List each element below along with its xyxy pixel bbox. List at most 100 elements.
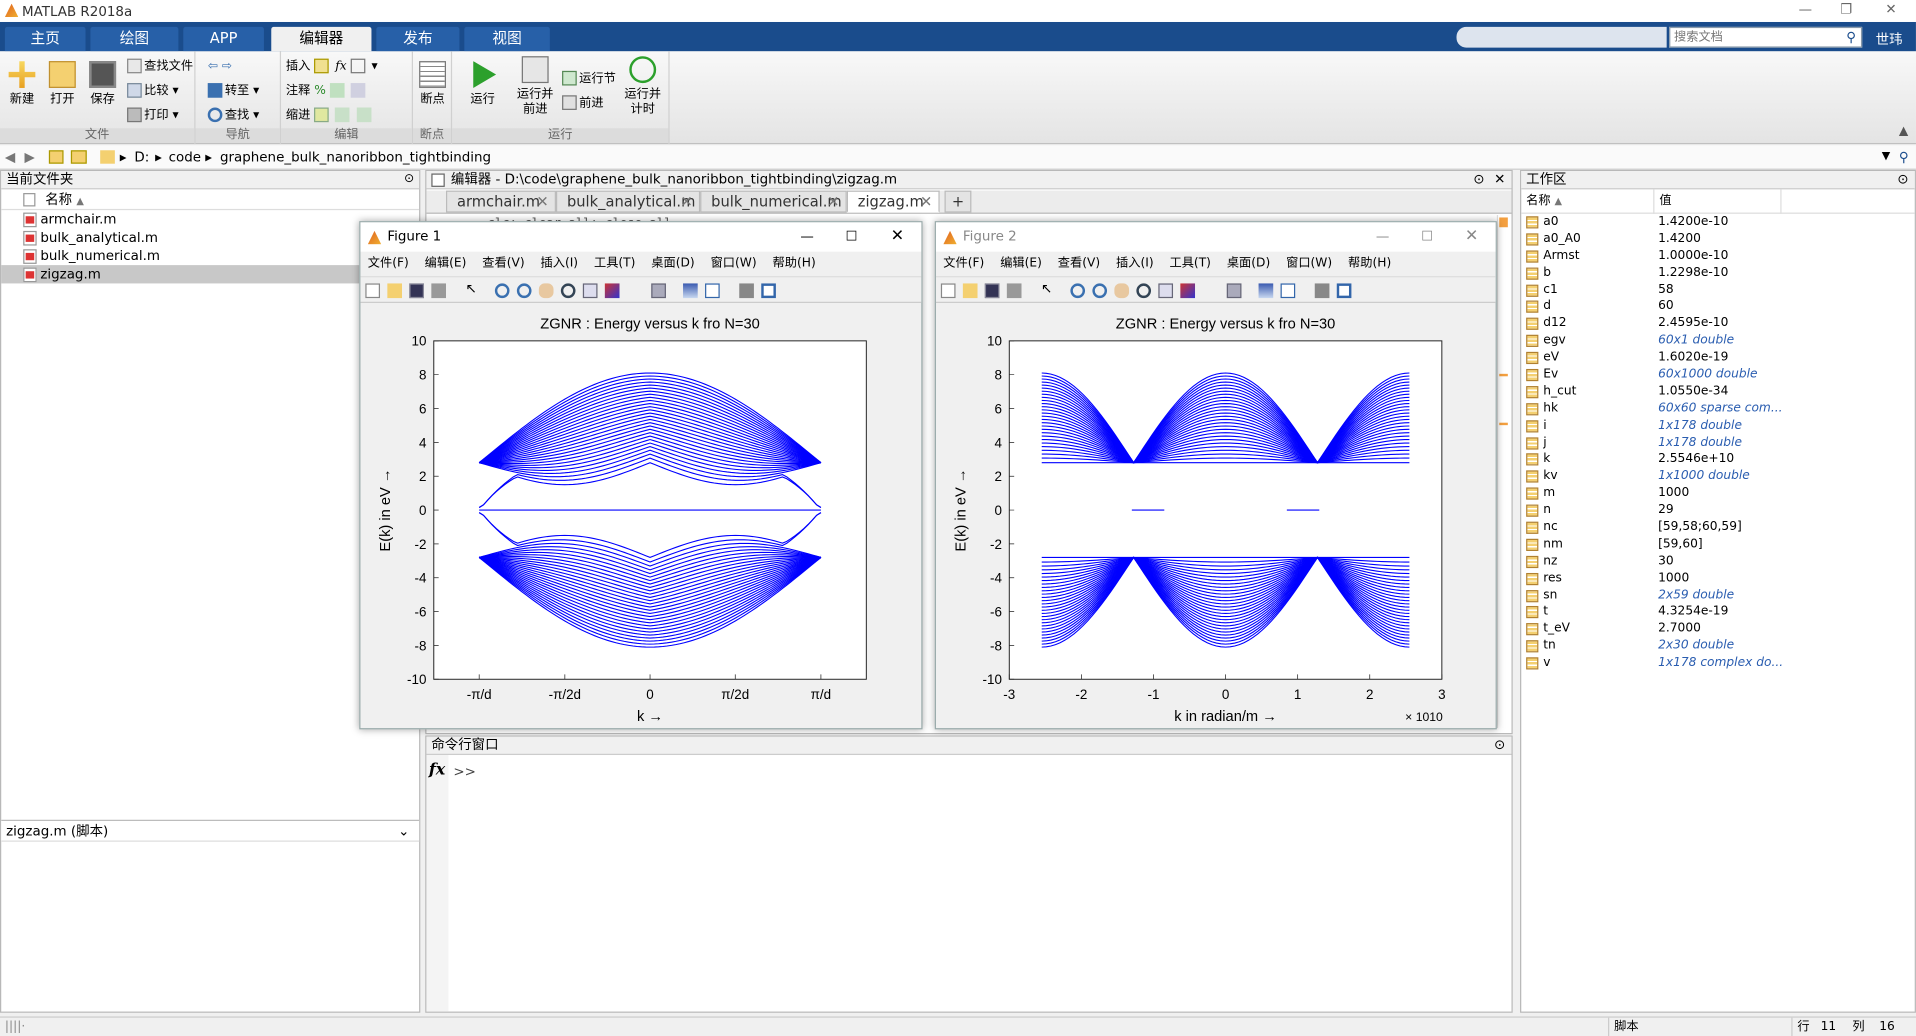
close-editor-icon[interactable]: ✕ (1494, 171, 1505, 188)
print-figure-icon[interactable] (431, 283, 446, 299)
close-icon[interactable]: ✕ (1465, 222, 1478, 251)
new-figure-icon[interactable] (940, 283, 956, 299)
menu-file[interactable]: 文件(F) (943, 257, 984, 270)
show-plot-tools-icon[interactable] (761, 283, 776, 299)
editor-tab[interactable]: bulk_numerical.m ✕ (700, 190, 847, 213)
close-tab-icon[interactable]: ✕ (681, 192, 693, 213)
panel-menu-icon[interactable]: ⊙ (1897, 171, 1908, 188)
forward-icon[interactable]: ▶ (24, 145, 34, 168)
menu-window[interactable]: 窗口(W) (1286, 257, 1332, 270)
workspace-variable-row[interactable]: egv 60x1 double (1521, 333, 1914, 350)
collapse-ribbon-icon[interactable]: ▲ (1899, 125, 1908, 138)
minimize-icon[interactable]: — (1799, 1, 1812, 17)
tab-publish[interactable]: 发布 (376, 26, 460, 52)
run-button[interactable]: 运行 (467, 61, 499, 107)
menu-help[interactable]: 帮助(H) (1348, 257, 1391, 270)
tab-home[interactable]: 主页 (4, 26, 86, 52)
workspace-variable-row[interactable]: v 1x178 complex do... (1521, 655, 1914, 672)
indent-button[interactable]: 缩进 (286, 107, 373, 125)
workspace-variable-row[interactable]: t_eV 2.7000 (1521, 621, 1914, 638)
address-search-icon[interactable]: ⚲ (1899, 145, 1909, 168)
col-value-header[interactable]: 值 (1653, 189, 1672, 214)
col-name-header[interactable]: 名称 ▲ (1526, 189, 1562, 213)
menu-view[interactable]: 查看(V) (1058, 257, 1100, 270)
menu-window[interactable]: 窗口(W) (711, 257, 757, 270)
folder-column-header[interactable]: 名称 ▲ (1, 189, 420, 211)
file-item-selected[interactable]: zigzag.m (1, 265, 420, 284)
menu-desktop[interactable]: 桌面(D) (1227, 257, 1270, 270)
colorbar-icon[interactable] (1258, 283, 1274, 299)
data-cursor-icon[interactable] (1158, 283, 1174, 299)
open-button[interactable]: 打开 (46, 61, 78, 107)
workspace-variable-row[interactable]: i 1x178 double (1521, 417, 1914, 434)
brush-icon[interactable] (604, 283, 620, 299)
editor-tab-active[interactable]: zigzag.m ✕ (846, 190, 940, 213)
file-item[interactable]: armchair.m (1, 210, 419, 228)
edit-plot-icon[interactable]: ↖ (1041, 281, 1056, 297)
quick-access-toolbar[interactable] (1456, 26, 1667, 48)
breadcrumb-project[interactable]: graphene_bulk_nanoribbon_tightbinding (220, 145, 491, 168)
find-files-button[interactable]: 查找文件 (127, 58, 193, 76)
workspace-variable-row[interactable]: res 1000 (1521, 570, 1914, 587)
tab-editor[interactable]: 编辑器 (271, 26, 372, 52)
panel-menu-icon[interactable]: ⊙ (1473, 171, 1484, 188)
menu-desktop[interactable]: 桌面(D) (651, 257, 694, 270)
workspace-variable-row[interactable]: Ev 60x1000 double (1521, 367, 1914, 384)
print-figure-icon[interactable] (1006, 283, 1022, 299)
find-button[interactable]: 查找 ▾ (207, 107, 259, 125)
editor-tab[interactable]: bulk_analytical.m ✕ (555, 190, 701, 213)
menu-view[interactable]: 查看(V) (482, 257, 524, 270)
address-dropdown-icon[interactable]: ▼ (1882, 145, 1890, 168)
zoom-in-icon[interactable] (494, 283, 510, 299)
colorbar-icon[interactable] (683, 283, 698, 299)
run-and-advance-button[interactable]: 运行并 前进 (513, 56, 557, 117)
maximize-icon[interactable]: ☐ (846, 222, 858, 251)
close-tab-icon[interactable]: ✕ (536, 192, 548, 213)
figure-1-plot[interactable]: ZGNR : Energy versus k fro N=30 10 8 6 4 2 0 -2… (360, 305, 921, 728)
fx-icon[interactable]: fx (429, 761, 445, 779)
link-plot-icon[interactable] (1226, 283, 1242, 299)
panel-menu-icon[interactable]: ⊙ (1494, 737, 1505, 754)
menu-tools[interactable]: 工具(T) (1169, 257, 1210, 270)
workspace-variable-row[interactable]: eV 1.6020e-19 (1521, 350, 1914, 367)
goto-button[interactable]: 转至 ▾ (207, 83, 259, 100)
close-tab-icon[interactable]: ✕ (827, 192, 839, 213)
workspace-variable-row[interactable]: hk 60x60 sparse com... (1521, 400, 1914, 417)
zoom-out-icon[interactable] (516, 283, 532, 299)
menu-edit[interactable]: 编辑(E) (425, 257, 467, 270)
workspace-variable-row[interactable]: t 4.3254e-19 (1521, 604, 1914, 621)
command-prompt[interactable]: >> (453, 764, 476, 780)
menu-insert[interactable]: 插入(I) (1116, 257, 1154, 270)
user-name[interactable]: 世玮 (1876, 29, 1903, 49)
workspace-variable-row[interactable]: d 60 (1521, 299, 1914, 316)
workspace-variable-row[interactable]: m 1000 (1521, 485, 1914, 502)
file-item[interactable]: bulk_numerical.m (1, 247, 419, 265)
workspace-variable-row[interactable]: a0 1.4200e-10 (1521, 214, 1914, 231)
breakpoints-button[interactable]: 断点 (417, 61, 449, 107)
show-plot-tools-icon[interactable] (1336, 283, 1352, 299)
rotate-3d-icon[interactable] (560, 283, 576, 299)
search-input[interactable]: 搜索文档 (1669, 26, 1863, 48)
warning-marker[interactable] (1499, 373, 1508, 377)
menu-help[interactable]: 帮助(H) (773, 257, 816, 270)
maximize-icon[interactable]: ☐ (1421, 222, 1433, 251)
workspace-variable-row[interactable]: Armst 1.0000e-10 (1521, 248, 1914, 265)
menu-file[interactable]: 文件(F) (368, 257, 409, 270)
hide-plot-tools-icon[interactable] (739, 283, 754, 299)
back-forward-button[interactable]: ⇦ ⇨ (208, 59, 232, 76)
minimize-icon[interactable]: — (1376, 222, 1389, 251)
run-and-time-button[interactable]: 运行并 计时 (621, 56, 665, 117)
compare-button[interactable]: 比较 ▾ (127, 83, 179, 100)
edit-plot-icon[interactable]: ↖ (466, 281, 481, 297)
hide-plot-tools-icon[interactable] (1314, 283, 1330, 299)
save-figure-icon[interactable] (409, 283, 424, 299)
editor-scrollbar[interactable] (1496, 215, 1509, 729)
comment-button[interactable]: 注释 % (286, 83, 368, 100)
minimize-icon[interactable]: — (800, 222, 813, 251)
workspace-variable-row[interactable]: nm [59,60] (1521, 536, 1914, 553)
tab-view[interactable]: 视图 (464, 26, 550, 52)
brush-icon[interactable] (1180, 283, 1196, 299)
details-bar[interactable]: zigzag.m (脚本) ⌄ (1, 819, 420, 842)
new-figure-icon[interactable] (365, 283, 381, 299)
data-cursor-icon[interactable] (582, 283, 598, 299)
